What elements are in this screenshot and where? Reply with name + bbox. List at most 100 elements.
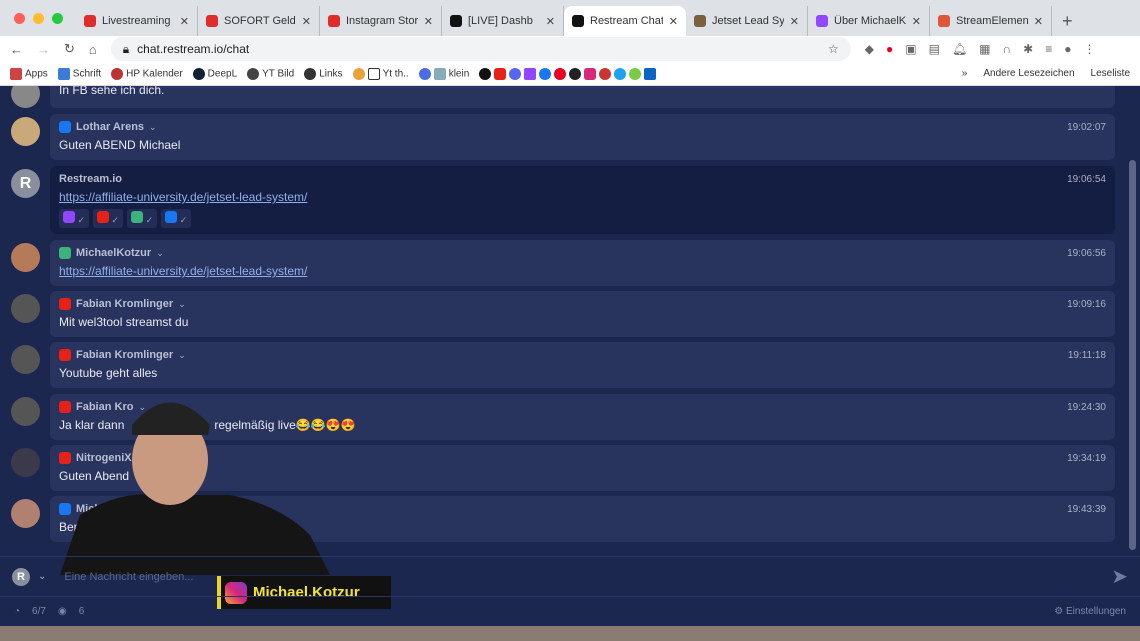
webcam-overlay — [60, 402, 330, 575]
bookmark-yt-bild[interactable]: YT Bild — [247, 67, 294, 80]
new-tab-button[interactable]: + — [1052, 6, 1083, 36]
author-name[interactable]: MichaelKotzur — [76, 247, 151, 259]
chat-message: MichaelKotzur ⌄ 19:06:56 https://affiliate-… — [50, 240, 1115, 286]
close-tab-icon[interactable]: ✕ — [546, 15, 555, 28]
avatar[interactable] — [11, 397, 40, 426]
chat-message: Fabian Kromlinger ⌄ 19:09:16 Mit wel3tool s… — [50, 291, 1115, 337]
bookmark-klein[interactable]: klein — [418, 67, 469, 80]
message-text: Guten ABEND Michael — [59, 138, 181, 152]
reload-icon[interactable]: ↻ — [64, 41, 75, 57]
bookmark-icons[interactable] — [479, 67, 659, 80]
rss-icon: ◔ — [14, 606, 21, 617]
chat-message: Restream.io 19:06:54 https://affiliate-uni… — [50, 166, 1115, 234]
restream-icon — [131, 211, 144, 223]
close-tab-icon[interactable]: ✕ — [424, 15, 433, 28]
facebook-icon — [165, 211, 178, 223]
chevron-down-icon[interactable]: ⌄ — [38, 571, 46, 582]
chevron-down-icon[interactable]: ⌄ — [149, 122, 157, 133]
tab-favicon-icon — [572, 15, 584, 27]
browser-tab[interactable]: Über MichaelKo ✕ — [808, 6, 930, 36]
tab-favicon-icon — [816, 15, 828, 27]
bookmark-apps[interactable]: Apps — [10, 67, 48, 80]
composer: R ⌄ Eine Nachricht eingeben... ➤ — [0, 556, 1140, 596]
chat-message: Lothar Arens ⌄ 19:02:07 Guten ABEND Michael — [50, 114, 1115, 160]
timestamp: 19:24:30 — [1067, 401, 1106, 413]
chevron-down-icon[interactable]: ⌄ — [156, 248, 164, 259]
url-text: chat.restream.io/chat — [137, 42, 250, 56]
chat-message: Fabian Kromlinger ⌄ 19:11:18 Youtube geht a… — [50, 342, 1115, 388]
lock-icon: 🔒︎ — [122, 41, 130, 56]
restream-icon — [59, 247, 71, 259]
browser-tab[interactable]: Restream Chat ✕ — [564, 6, 686, 36]
chat-scrollbar[interactable] — [1129, 160, 1136, 550]
more-bookmarks[interactable]: » — [962, 68, 968, 79]
timestamp: 19:06:56 — [1067, 247, 1106, 259]
message-text: In FB sehe ich dich. — [59, 86, 165, 97]
avatar[interactable]: R — [11, 169, 40, 198]
tab-favicon-icon — [450, 15, 462, 27]
avatar[interactable] — [11, 243, 40, 272]
browser-tab[interactable]: SOFORT Geld ✕ — [198, 6, 320, 36]
timestamp: 19:11:18 — [1067, 349, 1106, 361]
author-name[interactable]: Fabian Kromlinger — [76, 349, 173, 361]
close-tab-icon[interactable]: ✕ — [180, 15, 189, 28]
close-tab-icon[interactable]: ✕ — [302, 15, 311, 28]
send-icon[interactable]: ➤ — [1111, 564, 1128, 589]
close-tab-icon[interactable]: ✕ — [790, 15, 799, 28]
avatar[interactable] — [11, 448, 40, 477]
bookmark-deepl[interactable]: DeepL — [192, 67, 237, 80]
avatar[interactable] — [11, 345, 40, 374]
message-link[interactable]: https://affiliate-university.de/jetset-l… — [59, 190, 307, 204]
timestamp: 19:43:39 — [1067, 503, 1106, 515]
reading-list[interactable]: Leseliste — [1091, 68, 1130, 79]
home-icon[interactable]: ⌂ — [89, 42, 97, 57]
delivery-status: ✓ ✓ ✓ ✓ — [59, 209, 1106, 228]
timestamp: 19:06:54 — [1067, 173, 1106, 185]
settings-button[interactable]: ⚙ Einstellungen — [1054, 606, 1126, 617]
message-input[interactable]: Eine Nachricht eingeben... — [64, 571, 193, 583]
twitch-icon — [63, 211, 75, 223]
tab-bar: Livestreaming ✕ SOFORT Geld ✕ Instagram Stor… — [0, 0, 1140, 36]
bookmark-star-icon[interactable]: ☆ — [828, 42, 839, 56]
message-link[interactable]: https://affiliate-university.de/jetset-l… — [59, 264, 307, 278]
back-icon[interactable]: ← — [10, 42, 23, 57]
tab-favicon-icon — [206, 15, 218, 27]
avatar[interactable] — [11, 499, 40, 528]
window-controls[interactable] — [14, 13, 63, 24]
browser-tab[interactable]: StreamElement ✕ — [930, 6, 1052, 36]
browser-tab[interactable]: [LIVE] Dashb ✕ — [442, 6, 564, 36]
avatar[interactable] — [11, 294, 40, 323]
author-name[interactable]: Lothar Arens — [76, 121, 144, 133]
account-avatar[interactable]: R — [12, 567, 30, 586]
forward-icon[interactable]: → — [37, 42, 50, 57]
bookmark-hp-kalender[interactable]: HP Kalender — [111, 67, 183, 80]
bookmark-yt-th[interactable]: Yt th.. — [352, 67, 409, 80]
close-tab-icon[interactable]: ✕ — [1034, 15, 1043, 28]
url-field[interactable]: 🔒︎ chat.restream.io/chat ☆ — [110, 37, 851, 61]
avatar[interactable] — [11, 117, 40, 146]
bookmarks-bar: Apps Schrift HP Kalender DeepL YT Bild L… — [0, 62, 1140, 86]
author-name[interactable]: Restream.io — [59, 173, 122, 185]
avatar[interactable] — [11, 86, 40, 108]
youtube-icon — [59, 298, 71, 310]
message-text: Youtube geht alles — [59, 366, 158, 380]
extensions[interactable]: ◆ ● ▣ ▤ 🔔︎ ▦ ∩ ✱ ≡ ● ⋮ — [865, 42, 1096, 56]
facebook-icon — [59, 121, 71, 133]
close-tab-icon[interactable]: ✕ — [912, 15, 921, 28]
browser-tab[interactable]: Livestreaming ✕ — [76, 6, 198, 36]
tab-favicon-icon — [694, 15, 706, 27]
other-bookmarks[interactable]: Andere Lesezeichen — [983, 68, 1074, 79]
chat-message: In FB sehe ich dich. — [50, 86, 1115, 108]
tab-favicon-icon — [84, 15, 96, 27]
close-tab-icon[interactable]: ✕ — [669, 15, 678, 28]
browser-tab[interactable]: Jetset Lead Sys ✕ — [686, 6, 808, 36]
youtube-icon — [59, 349, 71, 361]
bookmark-schrift[interactable]: Schrift — [57, 67, 101, 80]
chevron-down-icon[interactable]: ⌄ — [178, 299, 186, 310]
chevron-down-icon[interactable]: ⌄ — [178, 350, 186, 361]
browser-tab[interactable]: Instagram Story ✕ — [320, 6, 442, 36]
address-bar-row: ← → ↻ ⌂ 🔒︎ chat.restream.io/chat ☆ ◆ ● ▣ ▤ 🔔… — [0, 36, 1140, 62]
bookmark-links[interactable]: Links — [304, 67, 343, 80]
author-name[interactable]: Fabian Kromlinger — [76, 298, 173, 310]
chat-footer: ◔ 6/7 ◉ 6 ⚙ Einstellungen — [0, 596, 1140, 626]
